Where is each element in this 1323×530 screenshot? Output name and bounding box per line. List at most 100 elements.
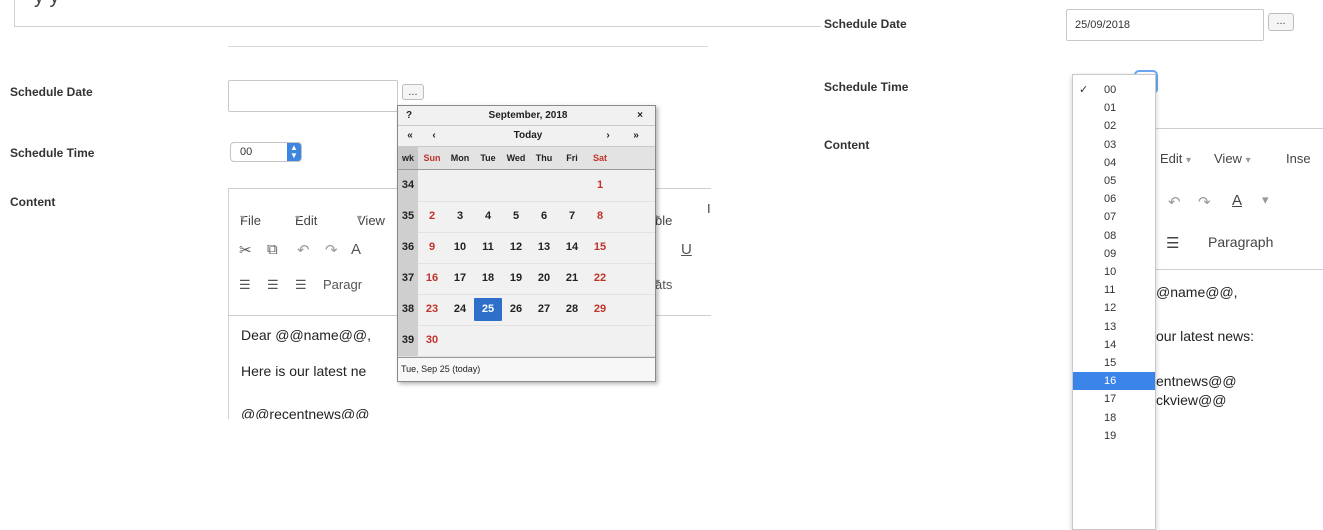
- day-cell[interactable]: 15: [586, 232, 614, 263]
- body-line-3: @@recentnews@@: [241, 406, 370, 419]
- day-cell[interactable]: 6: [530, 201, 558, 232]
- time-option-14[interactable]: 14: [1073, 336, 1155, 354]
- right-undo-icon[interactable]: ↶: [1168, 193, 1181, 211]
- day-cell[interactable]: 29: [586, 294, 614, 325]
- time-option-02[interactable]: 02: [1073, 117, 1155, 135]
- day-cell[interactable]: 24: [446, 294, 474, 325]
- right-paragraph-dropdown[interactable]: Paragraph: [1208, 234, 1273, 250]
- day-cell[interactable]: 20: [530, 263, 558, 294]
- time-option-19[interactable]: 19: [1073, 427, 1155, 445]
- day-cell[interactable]: 11: [474, 232, 502, 263]
- time-option-label: 15: [1104, 357, 1117, 369]
- cut-icon[interactable]: ✂: [239, 241, 252, 259]
- day-cell[interactable]: 12: [502, 232, 530, 263]
- right-align-center-icon[interactable]: ☰: [1166, 234, 1179, 252]
- time-option-label: 14: [1104, 338, 1117, 351]
- day-cell[interactable]: 30: [418, 325, 446, 356]
- day-cell[interactable]: 1: [586, 170, 614, 201]
- align-center-icon[interactable]: ☰: [295, 277, 307, 293]
- right-menu-edit[interactable]: Edit ▾: [1160, 151, 1191, 166]
- redo-icon[interactable]: ↷: [325, 241, 338, 259]
- time-option-06[interactable]: 06: [1073, 190, 1155, 208]
- day-cell[interactable]: 2: [418, 201, 446, 232]
- day-cell[interactable]: 14: [558, 232, 586, 263]
- indent-icon[interactable]: ☰: [239, 277, 251, 293]
- day-cell[interactable]: 4: [474, 201, 502, 232]
- time-option-04[interactable]: 04: [1073, 154, 1155, 172]
- day-cell[interactable]: 22: [586, 263, 614, 294]
- time-option-05[interactable]: 05: [1073, 172, 1155, 190]
- calendar-week-row: 39 30: [398, 325, 655, 357]
- next-month-button[interactable]: ›: [598, 126, 618, 146]
- time-option-08[interactable]: 08: [1073, 227, 1155, 245]
- time-option-01[interactable]: 01: [1073, 99, 1155, 117]
- right-schedule-date-input[interactable]: 25/09/2018: [1066, 9, 1264, 41]
- right-body-line-4: ckview@@: [1156, 392, 1227, 408]
- schedule-time-dropdown[interactable]: ✓ 00 01 02 03 04 05 06 07 08 09 10 11 12 13 14 15 16 17 18 1…: [1072, 74, 1156, 530]
- weekday-header-fri: Fri: [566, 153, 578, 163]
- day-cell[interactable]: 7: [558, 201, 586, 232]
- time-option-10[interactable]: 10: [1073, 263, 1155, 281]
- day-cell[interactable]: 8: [586, 201, 614, 232]
- time-option-18[interactable]: 18: [1073, 409, 1155, 427]
- text-color-icon[interactable]: A: [351, 241, 361, 258]
- day-cell[interactable]: 23: [418, 294, 446, 325]
- weekday-header-wed: Wed: [506, 153, 526, 163]
- content-label: Content: [10, 195, 56, 209]
- time-option-16[interactable]: 16: [1073, 372, 1155, 391]
- time-option-label: 02: [1104, 120, 1117, 133]
- right-menu-view[interactable]: View ▾: [1214, 151, 1251, 166]
- time-option-09[interactable]: 09: [1073, 245, 1155, 263]
- day-cell[interactable]: 26: [502, 294, 530, 325]
- right-date-picker-button[interactable]: ...: [1268, 13, 1294, 31]
- time-option-07[interactable]: 07: [1073, 208, 1155, 226]
- right-menu-insert[interactable]: Inse: [1286, 151, 1311, 166]
- time-option-label: 09: [1104, 247, 1117, 260]
- day-cell[interactable]: 28: [558, 294, 586, 325]
- prev-year-button[interactable]: «: [400, 126, 420, 146]
- today-button[interactable]: Today: [478, 126, 578, 146]
- right-body-line-1: @name@@,: [1156, 284, 1238, 300]
- schedule-time-select[interactable]: 00 ▲ ▼: [230, 142, 302, 162]
- week-number: 35: [398, 201, 418, 232]
- calendar-footer: Tue, Sep 25 (today): [398, 357, 655, 381]
- right-redo-icon[interactable]: ↷: [1198, 193, 1211, 211]
- align-left-icon[interactable]: ☰: [267, 277, 279, 293]
- time-option-17[interactable]: 17: [1073, 390, 1155, 408]
- day-cell[interactable]: 13: [530, 232, 558, 263]
- day-cell[interactable]: 19: [502, 263, 530, 294]
- copy-icon[interactable]: ⧉: [267, 241, 278, 258]
- date-picker-button[interactable]: ...: [402, 84, 424, 100]
- select-spinner-icon: ▲ ▼: [287, 143, 301, 161]
- day-cell[interactable]: 10: [446, 232, 474, 263]
- header-fragment: y y: [34, 0, 60, 9]
- day-cell[interactable]: 17: [446, 263, 474, 294]
- schedule-date-input[interactable]: [228, 80, 398, 112]
- calendar-week-row: 37 16 17 18 19 20 21 22: [398, 263, 655, 295]
- next-year-button[interactable]: »: [626, 126, 646, 146]
- time-option-15[interactable]: 15: [1073, 354, 1155, 372]
- close-button[interactable]: ×: [632, 106, 648, 125]
- selected-day-cell[interactable]: 25: [474, 298, 502, 321]
- day-cell[interactable]: 21: [558, 263, 586, 294]
- time-option-11[interactable]: 11: [1073, 281, 1155, 299]
- weekday-header-tue: Tue: [480, 153, 496, 163]
- right-color-caret-icon[interactable]: ▾: [1262, 192, 1269, 208]
- right-text-color-icon[interactable]: A: [1232, 192, 1242, 209]
- menu-more[interactable]: I: [707, 201, 711, 216]
- paragraph-dropdown[interactable]: Paragr: [323, 277, 362, 292]
- time-option-12[interactable]: 12: [1073, 299, 1155, 317]
- time-option-13[interactable]: 13: [1073, 318, 1155, 336]
- time-option-00[interactable]: ✓ 00: [1073, 81, 1155, 99]
- day-cell[interactable]: 3: [446, 201, 474, 232]
- underline-icon[interactable]: U: [681, 241, 692, 258]
- day-cell[interactable]: 9: [418, 232, 446, 263]
- time-option-03[interactable]: 03: [1073, 136, 1155, 154]
- day-cell[interactable]: 5: [502, 201, 530, 232]
- undo-icon[interactable]: ↶: [297, 241, 310, 259]
- prev-month-button[interactable]: ‹: [424, 126, 444, 146]
- day-cell[interactable]: 27: [530, 294, 558, 325]
- day-cell[interactable]: 18: [474, 263, 502, 294]
- help-button[interactable]: ?: [402, 106, 416, 125]
- day-cell[interactable]: 16: [418, 263, 446, 294]
